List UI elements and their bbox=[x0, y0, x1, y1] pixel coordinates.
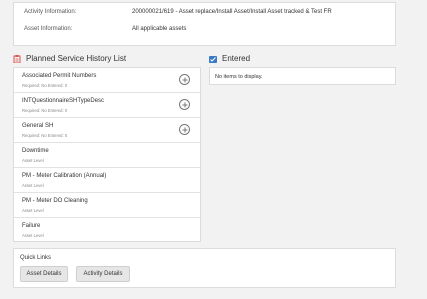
list-item-pm-meter-do-cleaning[interactable]: PM - Meter DO Cleaning Asset Level bbox=[14, 193, 200, 218]
activity-info-value: 200000021/619 - Asset replace/Install As… bbox=[132, 9, 332, 15]
list-item-name: General SH bbox=[22, 123, 54, 129]
list-item-name: Associated Permit Numbers bbox=[22, 73, 97, 79]
list-item-meta: Asset Level bbox=[22, 183, 44, 188]
activity-info-label: Activity Information: bbox=[24, 9, 77, 15]
entered-header: Entered bbox=[209, 54, 250, 63]
list-item-name: PM - Meter Calibration (Annual) bbox=[22, 173, 107, 179]
empty-message: No items to display. bbox=[215, 74, 263, 80]
list-item-name: Downtime bbox=[22, 148, 49, 154]
planned-list-title: Planned Service History List bbox=[26, 54, 127, 63]
activity-details-button[interactable]: Activity Details bbox=[76, 266, 130, 282]
list-item-name: Failure bbox=[22, 223, 41, 229]
list-item-associated-permit-numbers[interactable]: Associated Permit Numbers Required: No E… bbox=[14, 68, 200, 93]
add-icon[interactable] bbox=[179, 74, 190, 85]
info-panel: Activity Information: 200000021/619 - As… bbox=[13, 2, 396, 46]
asset-details-button[interactable]: Asset Details bbox=[20, 266, 68, 282]
check-list-icon bbox=[209, 55, 217, 63]
asset-info-label: Asset Information: bbox=[24, 26, 73, 32]
list-item-meta: Required: No Entered: 0 bbox=[22, 83, 68, 88]
entered-title: Entered bbox=[222, 54, 251, 63]
list-item-intquestionnaire[interactable]: INTQuestionnaireSHTypeDesc Required: No … bbox=[14, 93, 200, 118]
clipboard-icon bbox=[13, 54, 21, 63]
list-item-general-sh[interactable]: General SH Required: No Entered: 0 bbox=[14, 118, 200, 143]
list-item-name: INTQuestionnaireSHTypeDesc bbox=[22, 98, 105, 104]
quick-links-panel: Quick Links Asset Details Activity Detai… bbox=[13, 248, 396, 288]
quick-links-title: Quick Links bbox=[20, 255, 52, 261]
list-item-meta: Asset Level bbox=[22, 158, 44, 163]
list-item-downtime[interactable]: Downtime Asset Level bbox=[14, 143, 200, 168]
list-item-meta: Asset Level bbox=[22, 208, 44, 213]
add-icon[interactable] bbox=[179, 99, 190, 110]
planned-list: Associated Permit Numbers Required: No E… bbox=[13, 67, 201, 242]
planned-list-header: Planned Service History List bbox=[13, 54, 126, 63]
list-item-failure[interactable]: Failure Asset Level bbox=[14, 218, 200, 243]
list-item-meta: Asset Level bbox=[22, 233, 44, 238]
list-item-name: PM - Meter DO Cleaning bbox=[22, 198, 88, 204]
entered-list: No items to display. bbox=[209, 67, 396, 85]
list-item-pm-meter-calibration[interactable]: PM - Meter Calibration (Annual) Asset Le… bbox=[14, 168, 200, 193]
asset-info-value: All applicable assets bbox=[132, 26, 187, 32]
list-item-meta: Required: No Entered: 0 bbox=[22, 133, 68, 138]
add-icon[interactable] bbox=[179, 124, 190, 135]
list-item-meta: Required: No Entered: 0 bbox=[22, 108, 68, 113]
